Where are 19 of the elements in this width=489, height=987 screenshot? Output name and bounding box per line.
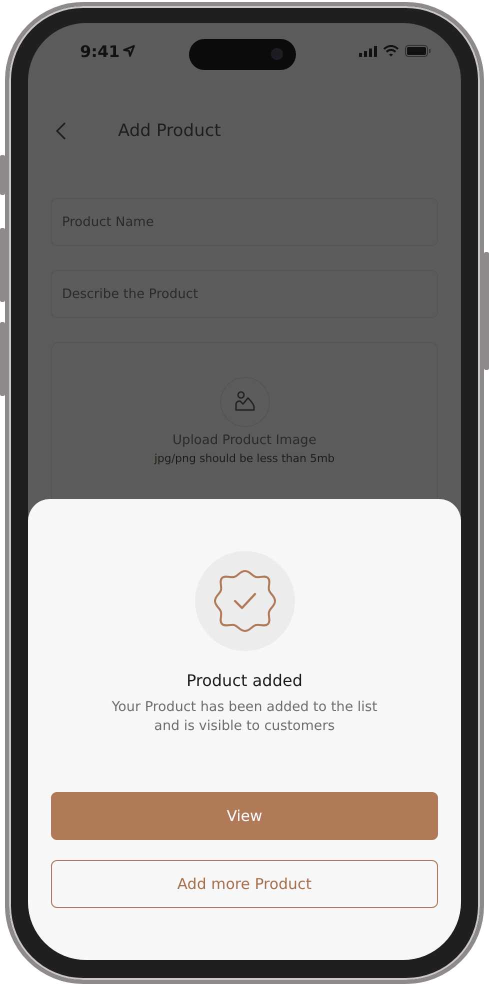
status-time: 9:41 [80, 42, 135, 60]
add-more-button[interactable]: Add more Product [51, 860, 438, 908]
camera-icon [271, 48, 283, 60]
dialog-message: Your Product has been added to the list and is visible to customers [110, 698, 378, 736]
image-icon [220, 377, 270, 427]
page-title: Add Product [118, 121, 221, 141]
view-button[interactable]: View [51, 792, 438, 840]
dialog-title: Product added [186, 671, 302, 690]
side-button[interactable] [484, 252, 489, 370]
side-button[interactable] [0, 155, 5, 195]
location-arrow-icon [122, 45, 135, 57]
signal-icon [359, 46, 377, 56]
back-button[interactable] [54, 120, 68, 142]
back-icon [56, 122, 66, 140]
wifi-icon [383, 45, 399, 57]
upload-hint: jpg/png should be less than 5mb [154, 452, 335, 465]
battery-icon [405, 45, 431, 57]
side-button[interactable] [0, 228, 5, 302]
side-button[interactable] [0, 322, 5, 396]
